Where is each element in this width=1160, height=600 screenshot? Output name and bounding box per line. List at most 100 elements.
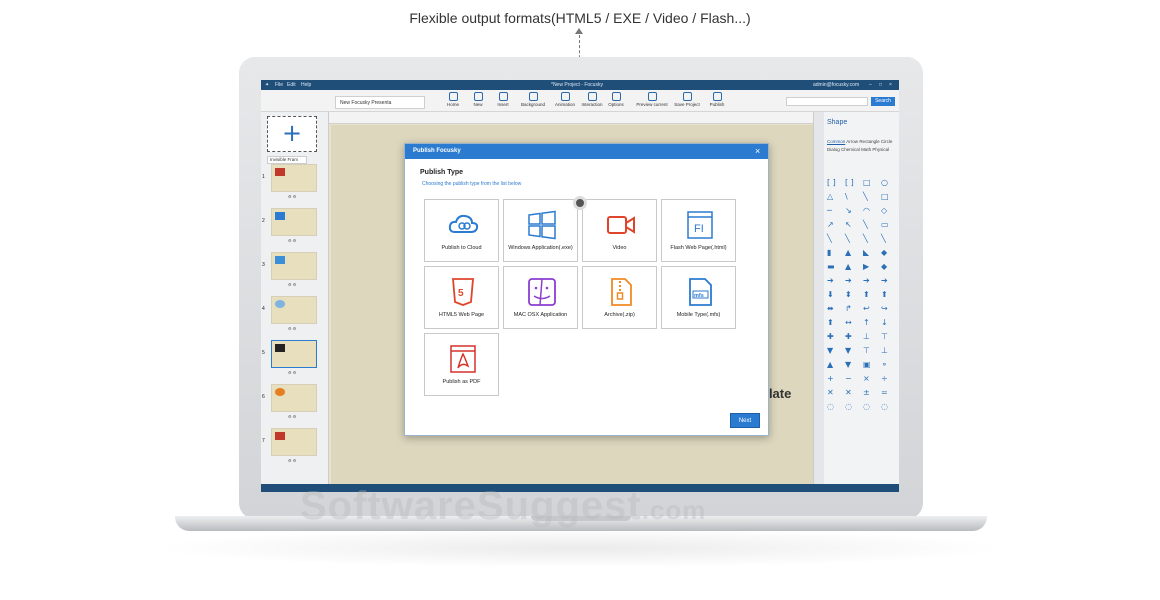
menu-edit[interactable]: Edit — [287, 82, 296, 88]
shape-item[interactable]: ╲ — [863, 192, 873, 202]
frame-thumbnail[interactable] — [271, 252, 317, 280]
animation-button[interactable]: Animation — [551, 92, 579, 107]
shape-item[interactable]: ╲ — [863, 234, 873, 244]
shape-item[interactable]: ↱ — [845, 304, 855, 314]
tab-chemical[interactable]: Chemical — [841, 147, 860, 152]
shape-item[interactable]: ▭ — [881, 220, 891, 230]
shape-item[interactable]: ◣ — [863, 248, 873, 258]
shape-item[interactable]: ⬍ — [845, 290, 855, 300]
publish-pdf-option[interactable]: Publish as PDF — [424, 333, 499, 396]
shape-item[interactable]: ╲ — [881, 234, 891, 244]
shape-item[interactable]: ➔ — [845, 276, 855, 286]
publish-windows-option[interactable]: Windows Application(.exe) — [503, 199, 578, 262]
shape-item[interactable]: □ — [863, 178, 873, 188]
thumb-controls-icon[interactable]: ⚙ ⚙ — [288, 194, 296, 199]
publish-button[interactable]: Publish — [703, 92, 731, 107]
menu-file[interactable]: File — [275, 82, 283, 88]
shape-item[interactable]: ➔ — [863, 276, 873, 286]
shape-item[interactable]: ⊤ — [863, 346, 873, 356]
shape-item[interactable]: △ — [827, 192, 837, 202]
shape-item[interactable]: ◌ — [863, 402, 873, 412]
shape-item[interactable]: ▣ — [863, 360, 873, 370]
shape-item[interactable]: ▼ — [845, 346, 855, 356]
dialog-close-icon[interactable]: × — [755, 146, 760, 156]
frame-type-select[interactable]: Invisible Fram — [267, 156, 307, 164]
shape-item[interactable]: ▲ — [845, 248, 855, 258]
shape-item[interactable]: ╲ — [845, 234, 855, 244]
shape-item[interactable]: = — [881, 388, 891, 398]
tab-physical[interactable]: Physical — [872, 147, 889, 152]
tab-arrow[interactable]: Arrow — [846, 139, 858, 144]
background-button[interactable]: Background — [519, 92, 547, 107]
add-frame-button[interactable]: + — [267, 116, 317, 152]
shape-item[interactable]: ± — [863, 388, 873, 398]
publish-zip-option[interactable]: Archive(.zip) — [582, 266, 657, 329]
thumb-controls-icon[interactable]: ⚙ ⚙ — [288, 238, 296, 243]
insert-tools-strip[interactable] — [814, 112, 824, 484]
insert-button[interactable]: Insert — [489, 92, 517, 107]
shape-item[interactable]: ─ — [827, 206, 837, 216]
frame-thumbnail[interactable] — [271, 428, 317, 456]
shape-item[interactable]: ▲ — [827, 360, 837, 370]
shape-item[interactable]: ↗ — [827, 220, 837, 230]
shape-item[interactable]: ▬ — [827, 262, 837, 272]
shape-item[interactable]: ▮ — [827, 248, 837, 258]
shape-item[interactable]: ⚬ — [881, 360, 891, 370]
shape-item[interactable]: ▼ — [845, 360, 855, 370]
tab-rectangle[interactable]: Rectangle — [859, 139, 879, 144]
shape-item[interactable]: ↔ — [845, 318, 855, 328]
thumb-controls-icon[interactable]: ⚙ ⚙ — [288, 458, 296, 463]
preview-current-button[interactable]: Preview current — [635, 92, 669, 107]
minimize-icon[interactable]: – — [869, 82, 872, 88]
shape-item[interactable]: [ ] — [845, 178, 855, 188]
shape-item[interactable]: ◌ — [845, 402, 855, 412]
shape-item[interactable]: \ — [845, 192, 855, 202]
publish-mobile-option[interactable]: mfs Mobile Type(.mfs) — [661, 266, 736, 329]
shape-item[interactable]: ◌ — [881, 402, 891, 412]
shape-item[interactable]: ╲ — [827, 234, 837, 244]
shape-item[interactable]: ↩ — [863, 304, 873, 314]
shape-item[interactable]: [ ] — [827, 178, 837, 188]
options-button[interactable]: Options — [602, 92, 630, 107]
shape-item[interactable]: × — [863, 374, 873, 384]
thumb-controls-icon[interactable]: ⚙ ⚙ — [288, 414, 296, 419]
shape-item[interactable]: ▲ — [845, 262, 855, 272]
shape-item[interactable]: ◠ — [863, 206, 873, 216]
document-tab[interactable]: New Focusky Presenta — [335, 96, 425, 109]
shape-item[interactable]: ⬆ — [827, 318, 837, 328]
new-button[interactable]: New — [464, 92, 492, 107]
shape-item[interactable]: ÷ — [881, 374, 891, 384]
maximize-icon[interactable]: □ — [879, 82, 882, 88]
shape-item[interactable]: ⊥ — [863, 332, 873, 342]
shape-item[interactable]: ✕ — [827, 388, 837, 398]
tab-circle[interactable]: Circle — [881, 139, 893, 144]
account-email[interactable]: admin@focusky.com — [813, 82, 859, 88]
shape-item[interactable]: ⊤ — [881, 332, 891, 342]
shape-item[interactable]: ◆ — [881, 248, 891, 258]
publish-video-option[interactable]: Video — [582, 199, 657, 262]
shape-item[interactable]: □ — [881, 192, 891, 202]
shape-item[interactable]: ⊥ — [881, 346, 891, 356]
close-window-icon[interactable]: × — [889, 82, 892, 88]
shape-item[interactable]: ╲ — [863, 220, 873, 230]
shape-item[interactable]: ↓ — [881, 318, 891, 328]
shape-item[interactable]: ▼ — [827, 346, 837, 356]
shape-item[interactable]: ○ — [881, 178, 891, 188]
frame-thumbnail[interactable] — [271, 296, 317, 324]
shape-item[interactable]: ◌ — [827, 402, 837, 412]
save-project-button[interactable]: Save Project — [673, 92, 701, 107]
shape-item[interactable]: ➔ — [881, 276, 891, 286]
frame-thumbnail[interactable] — [271, 164, 317, 192]
thumb-controls-icon[interactable]: ⚙ ⚙ — [288, 370, 296, 375]
publish-mac-option[interactable]: MAC OSX Application — [503, 266, 578, 329]
shape-item[interactable]: ✚ — [845, 332, 855, 342]
tab-common[interactable]: Common — [827, 139, 845, 144]
home-button[interactable]: Home — [439, 92, 467, 107]
shape-item[interactable]: ⬆ — [881, 290, 891, 300]
shape-item[interactable]: ◇ — [881, 206, 891, 216]
shape-item[interactable]: ▶ — [863, 262, 873, 272]
shape-item[interactable]: ⬌ — [827, 304, 837, 314]
next-button[interactable]: Next — [730, 413, 760, 428]
tab-math[interactable]: Math — [861, 147, 871, 152]
publish-html5-option[interactable]: 5 HTML5 Web Page — [424, 266, 499, 329]
